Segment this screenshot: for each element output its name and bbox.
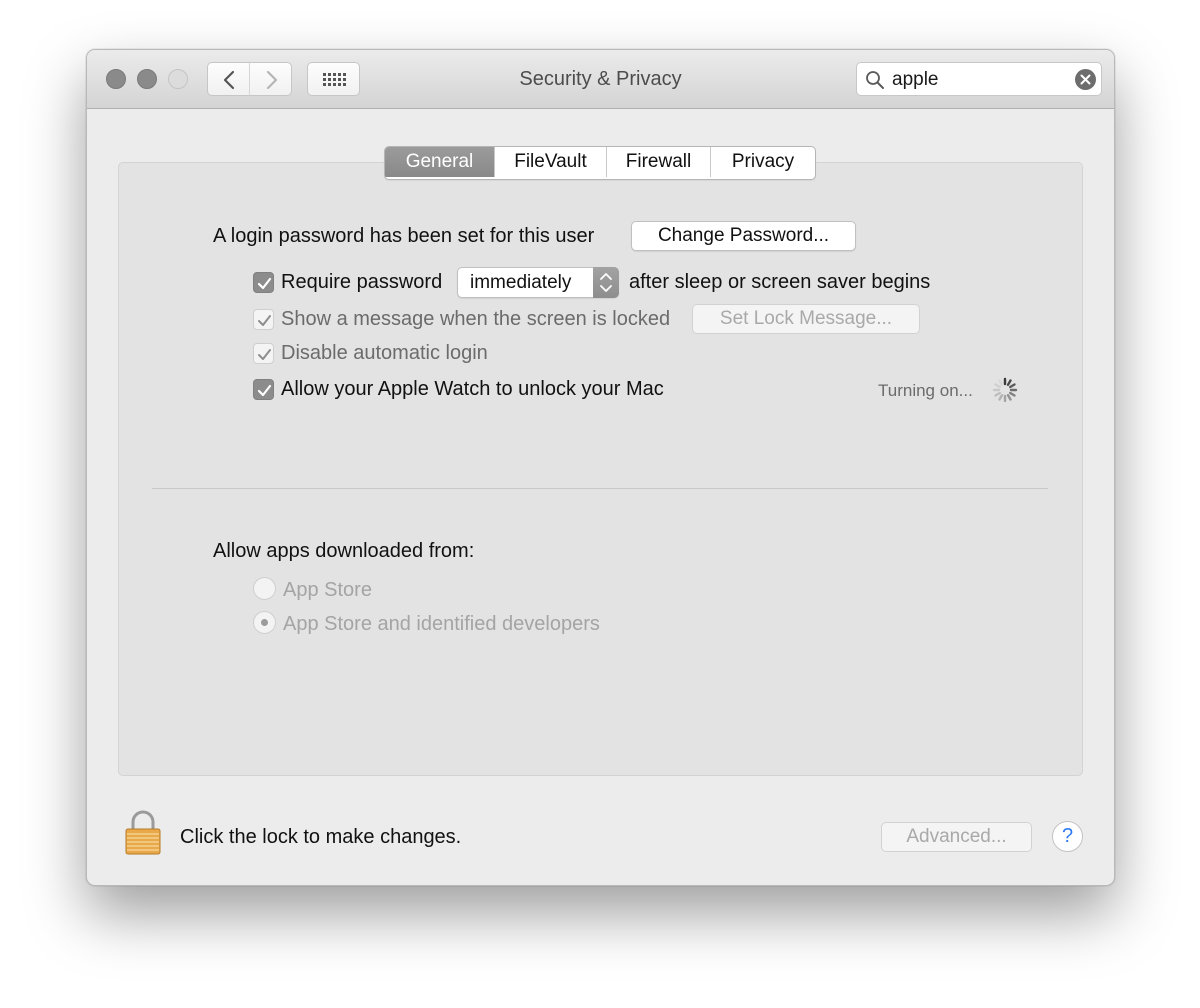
- stepper-arrows-icon: [593, 267, 619, 298]
- identified-developers-label: App Store and identified developers: [283, 613, 600, 635]
- require-password-label: Require password: [281, 271, 443, 293]
- search-icon: [866, 71, 884, 89]
- login-password-text: A login password has been set for this u…: [213, 225, 595, 247]
- clear-icon: [1080, 74, 1091, 85]
- require-password-select[interactable]: immediately: [457, 267, 619, 298]
- app-store-label: App Store: [283, 579, 372, 601]
- checkmark-icon: [258, 349, 271, 360]
- tab-bar: General FileVault Firewall Privacy: [384, 146, 816, 180]
- clear-search-button[interactable]: [1075, 69, 1096, 90]
- lock-icon[interactable]: [124, 810, 162, 856]
- lock-message: Click the lock to make changes.: [180, 826, 462, 848]
- advanced-button[interactable]: Advanced...: [881, 822, 1032, 852]
- require-password-checkbox[interactable]: [253, 272, 274, 293]
- turning-on-status: Turning on...: [878, 381, 973, 400]
- disable-auto-login-checkbox[interactable]: [253, 343, 274, 364]
- identified-developers-radio[interactable]: [253, 611, 276, 634]
- apple-watch-unlock-label: Allow your Apple Watch to unlock your Ma…: [281, 378, 664, 400]
- require-password-select-value: immediately: [470, 272, 572, 293]
- app-store-radio[interactable]: [253, 577, 276, 600]
- search-field[interactable]: apple: [856, 62, 1102, 96]
- loading-spinner-icon: [992, 377, 1018, 403]
- change-password-button[interactable]: Change Password...: [631, 221, 856, 251]
- settings-panel: A login password has been set for this u…: [118, 162, 1083, 776]
- title-bar: Security & Privacy apple: [87, 50, 1114, 109]
- tab-filevault[interactable]: FileVault: [495, 147, 607, 177]
- checkmark-icon: [257, 384, 272, 397]
- tab-general[interactable]: General: [385, 147, 495, 177]
- downloads-heading: Allow apps downloaded from:: [213, 540, 475, 562]
- checkmark-icon: [258, 315, 271, 326]
- help-button[interactable]: ?: [1052, 821, 1083, 852]
- preferences-window: Security & Privacy apple A login passwor…: [86, 49, 1115, 886]
- show-message-checkbox[interactable]: [253, 309, 274, 330]
- set-lock-message-button[interactable]: Set Lock Message...: [692, 304, 920, 334]
- disable-auto-login-label: Disable automatic login: [281, 342, 488, 364]
- tab-firewall[interactable]: Firewall: [607, 147, 711, 177]
- checkmark-icon: [257, 277, 272, 290]
- tab-privacy[interactable]: Privacy: [711, 147, 815, 177]
- search-input[interactable]: apple: [892, 69, 939, 91]
- section-divider: [152, 488, 1048, 489]
- show-message-label: Show a message when the screen is locked: [281, 308, 671, 330]
- radio-selected-dot: [261, 619, 268, 626]
- require-password-suffix: after sleep or screen saver begins: [629, 271, 931, 293]
- apple-watch-unlock-checkbox[interactable]: [253, 379, 274, 400]
